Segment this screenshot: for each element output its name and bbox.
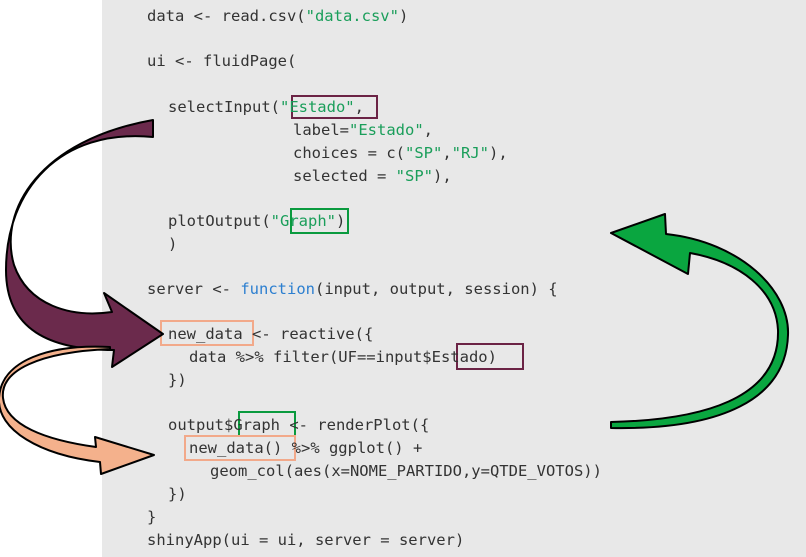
- green-arrow: [610, 213, 790, 430]
- purple-arrow: [5, 119, 164, 368]
- flow-arrows: [0, 119, 790, 475]
- orange-arrow: [0, 345, 155, 475]
